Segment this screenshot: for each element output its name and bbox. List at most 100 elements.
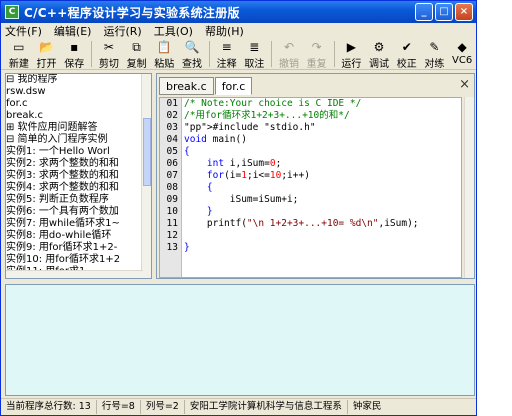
close-tab-icon[interactable]: × [459,77,470,92]
tree-item[interactable]: 实例5: 判断正负数程序 [6,194,151,206]
toolbar-separator [208,41,210,67]
status-bar: 当前程序总行数: 13 行号=8 列号=2 安阳工学院计算机科学与信息工程系 钟… [1,398,476,415]
line-number: 12 [166,230,178,241]
tree-horizontal-scrollbar[interactable] [6,270,143,278]
tree-item[interactable]: 实例9: 用for循环求1+2- [6,242,151,254]
line-number: 02 [166,110,178,121]
toolbar-icon: 📋 [156,40,172,54]
status-author: 钟家民 [352,401,382,412]
code-line[interactable]: /*用for循环求1+2+3+...+10的和*/ [184,110,419,122]
tree-vertical-scrollbar[interactable] [141,74,151,278]
toolbar-icon: ≡ [221,40,232,54]
code-line[interactable]: "pp">#include "stdio.h" [184,122,419,134]
toolbar-button[interactable]: ▪ 保存 [60,38,88,70]
tree-item[interactable]: ⊟ 我的程序 [6,74,151,86]
toolbar-button[interactable]: ▭ 新建 [5,38,33,70]
toolbar-button[interactable]: ↶ 撤销 [275,38,303,70]
code-line[interactable]: printf("\n 1+2+3+...+10= %d\n",iSum); [184,218,419,230]
tree-item[interactable]: 实例2: 求两个整数的和和 [6,158,151,170]
menu-item[interactable]: 运行(R) [103,23,141,39]
toolbar-button-label: 打开 [36,59,57,70]
line-number-gutter: 01 02 03 04 05 06 07 08 09 10 11 12 13 [160,98,182,277]
status-organization: 安阳工学院计算机科学与信息工程系 [185,400,348,414]
line-number: 09 [166,194,178,205]
editor-pane: break.c for.c × 01 02 03 04 05 06 07 08 09 10 11 12 1… [156,73,475,279]
tree-item[interactable]: 实例8: 用do-while循环 [6,230,151,242]
toolbar-separator [91,41,93,67]
toolbar-button[interactable]: ≣ 取注 [240,38,268,70]
toolbar-icon: ≣ [249,40,260,54]
toolbar-icon: ✔ [401,40,412,54]
tree-item[interactable]: 实例3: 求两个整数的和和 [6,170,151,182]
toolbar-separator [271,41,273,67]
toolbar-icon: ✂ [103,40,114,54]
toolbar-button[interactable]: ≡ 注释 [213,38,241,70]
code-line[interactable]: int i,iSum=0; [184,158,419,170]
menu-item[interactable]: 帮助(H) [205,23,244,39]
toolbar-button[interactable]: 📂 打开 [33,38,61,70]
toolbar-button[interactable]: ↷ 重复 [303,38,331,70]
tree-item[interactable]: 实例10: 用for循环求1+2 [6,254,151,266]
toolbar-button[interactable]: ✔ 校正 [393,38,421,70]
toolbar-icon: ▶ [346,40,356,54]
toolbar-icon: 🔍 [184,40,200,54]
tree-item[interactable]: break.c [6,110,151,122]
line-number: 04 [166,134,178,145]
tree-item[interactable]: 实例7: 用while循环求1~ [6,218,151,230]
toolbar-button[interactable]: 📋 粘贴 [150,38,178,70]
menu-item[interactable]: 编辑(E) [54,23,92,39]
tree-scroll-thumb[interactable] [143,118,151,186]
toolbar-button[interactable]: 🔍 查找 [178,38,206,70]
code-line[interactable]: for(i=1;i<=10;i++) [184,170,419,182]
tree-item[interactable]: 实例1: 一个Hello Worl [6,146,151,158]
menu-item[interactable]: 工具(O) [154,23,193,39]
code-line[interactable]: } [184,242,419,254]
toolbar-button-label: 注释 [216,59,237,70]
line-number: 07 [166,170,178,181]
code-line[interactable]: { [184,182,419,194]
minimize-button[interactable]: _ [415,3,433,21]
toolbar-button[interactable]: ◆ VC6 [448,38,476,70]
line-number: 05 [166,146,178,157]
code-editor[interactable]: 01 02 03 04 05 06 07 08 09 10 11 12 13 /* Note:Your … [159,97,462,278]
toolbar-button[interactable]: ⚙ 调试 [365,38,393,70]
maximize-button[interactable]: □ [435,3,453,21]
editor-tab[interactable]: break.c [159,77,214,95]
toolbar-button[interactable]: ✂ 剪切 [95,38,123,70]
toolbar-icon: ▪ [70,40,79,54]
tree-item[interactable]: for.c [6,98,151,110]
close-button[interactable]: × [455,3,473,21]
code-line[interactable]: void main() [184,134,419,146]
code-line[interactable]: /* Note:Your choice is C IDE */ [184,98,419,110]
toolbar-icon: ⧉ [132,40,141,54]
toolbar-button-label: 复制 [126,59,147,70]
toolbar-button-label: 重复 [306,59,327,70]
menu-item[interactable]: 文件(F) [5,23,42,39]
toolbar-button-label: 新建 [8,59,29,70]
tree-item[interactable]: rsw.dsw [6,86,151,98]
main-window: C C/C++程序设计学习与实验系统注册版 _ □ × 文件(F) 编辑(E) 运行… [0,0,477,416]
toolbar-button-label: VC6 [452,55,473,66]
tree-item[interactable]: 实例4: 求两个整数的和和 [6,182,151,194]
tree-item[interactable]: ⊟ 简单的入门程序实例 [6,134,151,146]
app-icon: C [5,5,19,19]
code-line[interactable]: { [184,146,419,158]
editor-tab[interactable]: for.c [214,77,253,95]
code-line[interactable]: iSum=iSum+i; [184,194,419,206]
toolbar-button[interactable]: ⧉ 复制 [123,38,151,70]
toolbar-icon: ↶ [283,40,295,54]
status-line-number: 行号=8 [97,400,141,414]
title-bar[interactable]: C C/C++程序设计学习与实验系统注册版 _ □ × [1,1,476,23]
output-panel[interactable] [5,284,475,396]
status-line-count: 当前程序总行数: 13 [1,400,97,414]
toolbar-button[interactable]: ✎ 对练 [421,38,449,70]
toolbar-icon: ▭ [13,40,25,54]
line-number: 11 [166,218,178,229]
tree-item[interactable]: ⊞ 软件应用问题解答 [6,122,151,134]
toolbar-button-label: 剪切 [98,59,119,70]
tree-item[interactable]: 实例6: 一个具有两个数加 [6,206,151,218]
editor-vertical-scrollbar[interactable] [464,97,474,278]
code-line[interactable] [184,230,419,242]
code-line[interactable]: } [184,206,419,218]
toolbar-button[interactable]: ▶ 运行 [338,38,366,70]
